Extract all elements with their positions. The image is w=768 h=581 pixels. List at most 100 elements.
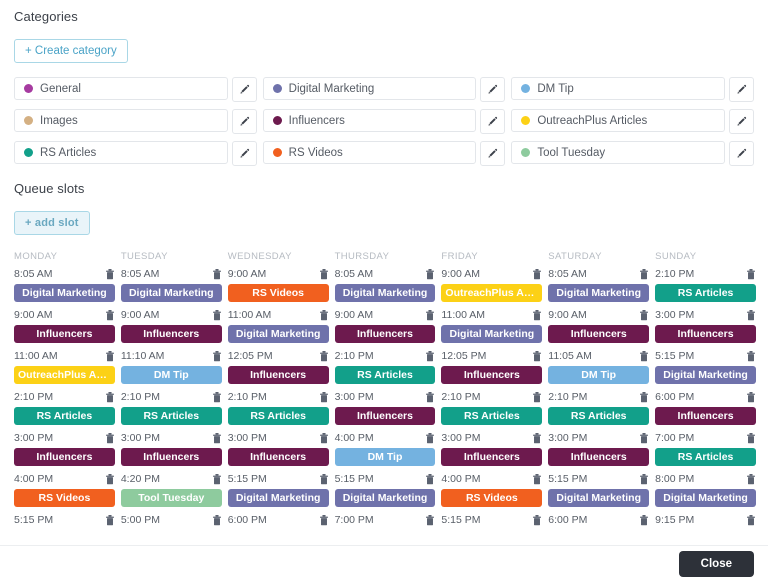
slot-time[interactable]: 2:10 PM — [14, 391, 53, 403]
slot-category-chip[interactable]: Influencers — [335, 407, 436, 425]
slot-time[interactable]: 3:00 PM — [14, 432, 53, 444]
edit-category-button[interactable] — [232, 77, 257, 102]
slot-time[interactable]: 3:00 PM — [121, 432, 160, 444]
slot-time[interactable]: 5:15 PM — [655, 350, 694, 362]
edit-category-button[interactable] — [232, 109, 257, 134]
delete-slot-button[interactable] — [639, 433, 649, 444]
category-item[interactable]: RS Videos — [263, 141, 477, 164]
delete-slot-button[interactable] — [532, 515, 542, 526]
delete-slot-button[interactable] — [425, 310, 435, 321]
category-item[interactable]: DM Tip — [511, 77, 725, 100]
delete-slot-button[interactable] — [639, 310, 649, 321]
slot-category-chip[interactable]: Influencers — [335, 325, 436, 343]
slot-time[interactable]: 8:00 PM — [655, 473, 694, 485]
slot-category-chip[interactable]: Influencers — [548, 325, 649, 343]
slot-category-chip[interactable]: Digital Marketing — [548, 489, 649, 507]
delete-slot-button[interactable] — [319, 351, 329, 362]
slot-category-chip[interactable]: Influencers — [441, 448, 542, 466]
slot-category-chip[interactable]: RS Articles — [441, 407, 542, 425]
slot-time[interactable]: 9:00 AM — [335, 309, 374, 321]
slot-time[interactable]: 11:00 AM — [228, 309, 272, 321]
slot-category-chip[interactable]: Influencers — [121, 325, 222, 343]
category-item[interactable]: Influencers — [263, 109, 477, 132]
delete-slot-button[interactable] — [746, 310, 756, 321]
slot-time[interactable]: 3:00 PM — [441, 432, 480, 444]
edit-category-button[interactable] — [232, 141, 257, 166]
delete-slot-button[interactable] — [746, 392, 756, 403]
delete-slot-button[interactable] — [746, 474, 756, 485]
slot-category-chip[interactable]: Influencers — [228, 366, 329, 384]
slot-time[interactable]: 11:00 AM — [14, 350, 58, 362]
slot-category-chip[interactable]: OutreachPlus Articles — [441, 284, 542, 302]
slot-time[interactable]: 5:15 PM — [335, 473, 374, 485]
slot-time[interactable]: 11:00 AM — [441, 309, 485, 321]
delete-slot-button[interactable] — [532, 351, 542, 362]
slot-category-chip[interactable]: DM Tip — [121, 366, 222, 384]
slot-time[interactable]: 2:10 PM — [441, 391, 480, 403]
edit-category-button[interactable] — [729, 77, 754, 102]
slot-time[interactable]: 9:00 AM — [121, 309, 160, 321]
delete-slot-button[interactable] — [532, 392, 542, 403]
slot-time[interactable]: 7:00 PM — [655, 432, 694, 444]
slot-category-chip[interactable]: RS Articles — [228, 407, 329, 425]
slot-category-chip[interactable]: Digital Marketing — [655, 489, 756, 507]
delete-slot-button[interactable] — [105, 515, 115, 526]
slot-category-chip[interactable]: RS Articles — [655, 284, 756, 302]
delete-slot-button[interactable] — [639, 392, 649, 403]
slot-category-chip[interactable]: Digital Marketing — [228, 489, 329, 507]
slot-category-chip[interactable]: RS Articles — [548, 407, 649, 425]
slot-category-chip[interactable]: DM Tip — [548, 366, 649, 384]
slot-category-chip[interactable]: DM Tip — [335, 448, 436, 466]
slot-time[interactable]: 3:00 PM — [335, 391, 374, 403]
slot-time[interactable]: 6:00 PM — [655, 391, 694, 403]
edit-category-button[interactable] — [480, 141, 505, 166]
category-item[interactable]: Images — [14, 109, 228, 132]
delete-slot-button[interactable] — [425, 474, 435, 485]
delete-slot-button[interactable] — [639, 351, 649, 362]
slot-category-chip[interactable]: OutreachPlus Articles — [14, 366, 115, 384]
add-slot-button[interactable]: + add slot — [14, 211, 90, 235]
slot-category-chip[interactable]: Digital Marketing — [228, 325, 329, 343]
slot-time[interactable]: 11:10 AM — [121, 350, 165, 362]
delete-slot-button[interactable] — [532, 474, 542, 485]
delete-slot-button[interactable] — [319, 392, 329, 403]
slot-category-chip[interactable]: Digital Marketing — [335, 284, 436, 302]
category-item[interactable]: Tool Tuesday — [511, 141, 725, 164]
delete-slot-button[interactable] — [639, 474, 649, 485]
slot-time[interactable]: 2:10 PM — [655, 268, 694, 280]
slot-category-chip[interactable]: RS Articles — [655, 448, 756, 466]
slot-time[interactable]: 9:15 PM — [655, 514, 694, 526]
slot-time[interactable]: 9:00 AM — [14, 309, 53, 321]
slot-category-chip[interactable]: RS Articles — [14, 407, 115, 425]
delete-slot-button[interactable] — [746, 433, 756, 444]
slot-time[interactable]: 7:00 PM — [335, 514, 374, 526]
slot-category-chip[interactable]: Digital Marketing — [655, 366, 756, 384]
delete-slot-button[interactable] — [425, 515, 435, 526]
slot-time[interactable]: 9:00 AM — [228, 268, 267, 280]
delete-slot-button[interactable] — [105, 433, 115, 444]
slot-category-chip[interactable]: Digital Marketing — [121, 284, 222, 302]
create-category-button[interactable]: + Create category — [14, 39, 128, 63]
slot-time[interactable]: 8:05 AM — [121, 268, 160, 280]
slot-category-chip[interactable]: Influencers — [14, 325, 115, 343]
slot-category-chip[interactable]: Digital Marketing — [441, 325, 542, 343]
delete-slot-button[interactable] — [212, 433, 222, 444]
delete-slot-button[interactable] — [105, 269, 115, 280]
slot-time[interactable]: 2:10 PM — [548, 391, 587, 403]
slot-time[interactable]: 11:05 AM — [548, 350, 592, 362]
delete-slot-button[interactable] — [425, 351, 435, 362]
slot-category-chip[interactable]: RS Videos — [441, 489, 542, 507]
slot-time[interactable]: 3:00 PM — [655, 309, 694, 321]
slot-category-chip[interactable]: Tool Tuesday — [121, 489, 222, 507]
category-item[interactable]: General — [14, 77, 228, 100]
edit-category-button[interactable] — [729, 141, 754, 166]
delete-slot-button[interactable] — [319, 269, 329, 280]
slot-time[interactable]: 5:15 PM — [441, 514, 480, 526]
category-item[interactable]: OutreachPlus Articles — [511, 109, 725, 132]
slot-time[interactable]: 6:00 PM — [228, 514, 267, 526]
category-item[interactable]: Digital Marketing — [263, 77, 477, 100]
slot-category-chip[interactable]: Digital Marketing — [14, 284, 115, 302]
edit-category-button[interactable] — [480, 77, 505, 102]
delete-slot-button[interactable] — [212, 474, 222, 485]
delete-slot-button[interactable] — [105, 310, 115, 321]
